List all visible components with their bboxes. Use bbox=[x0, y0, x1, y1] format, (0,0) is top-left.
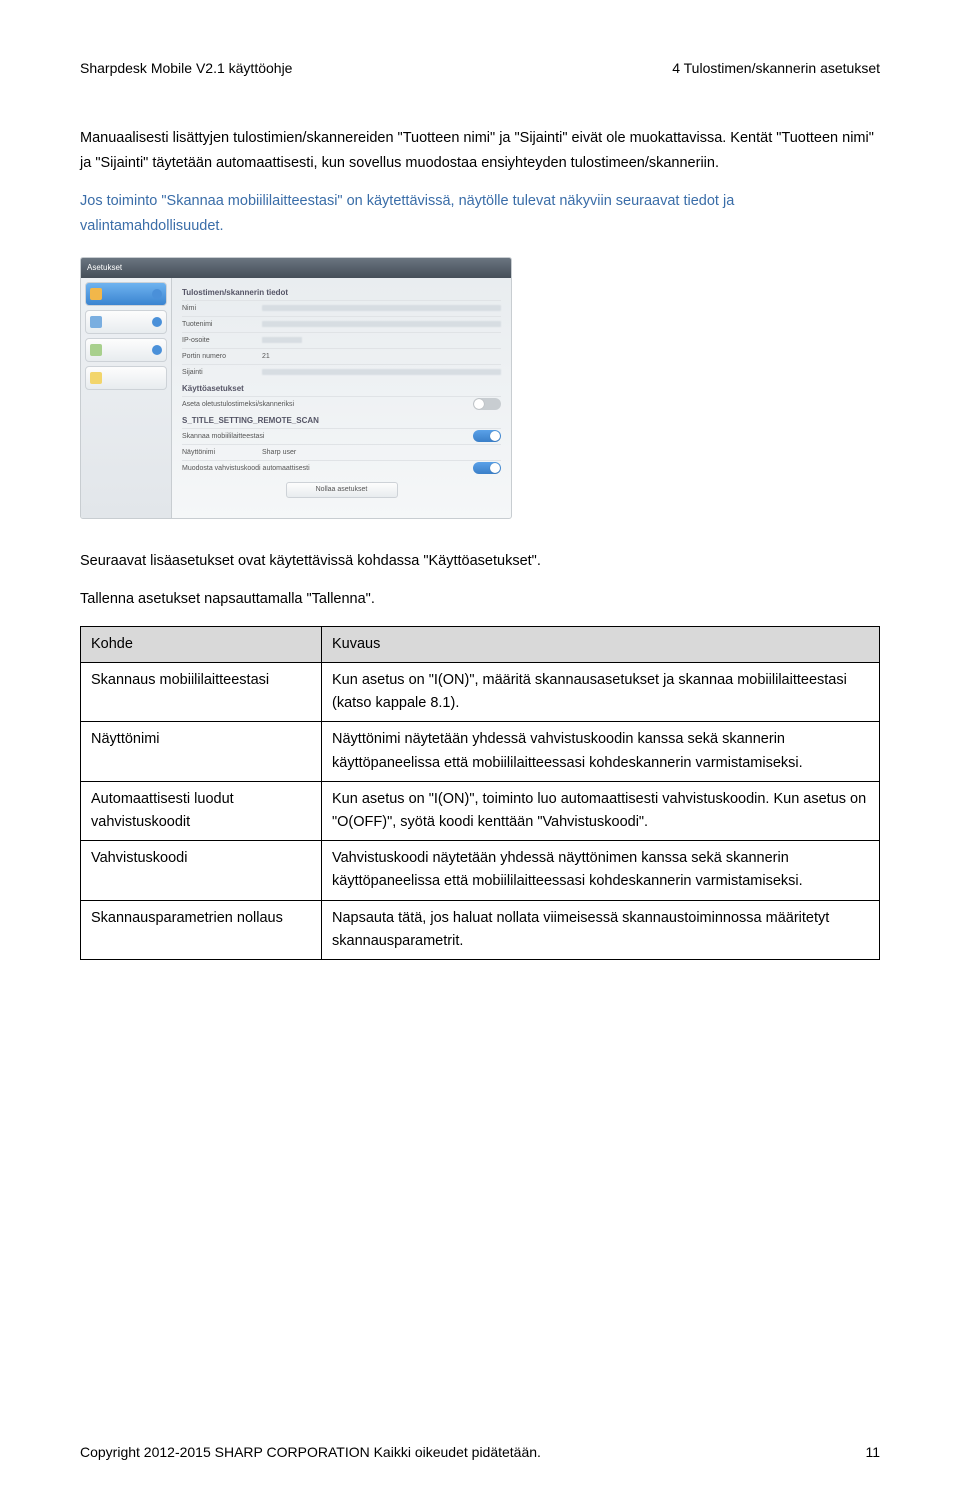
screenshot-title: Asetukset bbox=[87, 263, 122, 272]
table-row: Automaattisesti luodut vahvistuskoodit K… bbox=[81, 781, 880, 840]
settings-table: Kohde Kuvaus Skannaus mobiililaitteestas… bbox=[80, 626, 880, 960]
toggle-icon bbox=[473, 430, 501, 442]
table-header: Kuvaus bbox=[322, 626, 880, 662]
table-row: Näyttönimi Näyttönimi näytetään yhdessä … bbox=[81, 722, 880, 781]
row-value: Sharp user bbox=[262, 449, 296, 456]
row-label: IP-osoite bbox=[182, 337, 262, 344]
screenshot-titlebar: Asetukset bbox=[81, 258, 511, 278]
table-cell: Näyttönimi bbox=[81, 722, 322, 781]
toggle-icon bbox=[473, 398, 501, 410]
table-row: Skannausparametrien nollaus Napsauta tät… bbox=[81, 900, 880, 959]
sidebar-item bbox=[85, 282, 167, 306]
table-cell: Vahvistuskoodi bbox=[81, 841, 322, 900]
section-head: Tulostimen/skannerin tiedot bbox=[182, 288, 501, 297]
page-footer: Copyright 2012-2015 SHARP CORPORATION Ka… bbox=[80, 1444, 880, 1460]
row-label: Aseta oletustulostimeksi/skanneriksi bbox=[182, 401, 473, 408]
reset-button: Nollaa asetukset bbox=[286, 482, 398, 498]
row-label: Muodosta vahvistuskoodi automaattisesti bbox=[182, 465, 473, 472]
footer-page-number: 11 bbox=[865, 1444, 880, 1460]
table-cell: Kun asetus on "I(ON)", määritä skannausa… bbox=[322, 663, 880, 722]
table-header: Kohde bbox=[81, 626, 322, 662]
toggle-icon bbox=[473, 462, 501, 474]
paragraph-2: Jos toiminto "Skannaa mobiililaitteestas… bbox=[80, 189, 880, 238]
footer-copyright: Copyright 2012-2015 SHARP CORPORATION Ka… bbox=[80, 1444, 541, 1460]
paragraph-1: Manuaalisesti lisättyjen tulostimien/ska… bbox=[80, 126, 880, 175]
table-row: Skannaus mobiililaitteestasi Kun asetus … bbox=[81, 663, 880, 722]
section-head: Käyttöasetukset bbox=[182, 384, 501, 393]
row-value: 21 bbox=[262, 353, 270, 360]
row-label: Sijainti bbox=[182, 369, 262, 376]
table-row: Vahvistuskoodi Vahvistuskoodi näytetään … bbox=[81, 841, 880, 900]
row-label: Tuotenimi bbox=[182, 321, 262, 328]
row-label: Näyttönimi bbox=[182, 449, 262, 456]
table-cell: Skannaus mobiililaitteestasi bbox=[81, 663, 322, 722]
table-cell: Vahvistuskoodi näytetään yhdessä näyttön… bbox=[322, 841, 880, 900]
row-label: Nimi bbox=[182, 305, 262, 312]
sidebar-item bbox=[85, 310, 167, 334]
table-cell: Automaattisesti luodut vahvistuskoodit bbox=[81, 781, 322, 840]
row-label: Skannaa mobiililaitteestasi bbox=[182, 433, 473, 440]
screenshot-sidebar bbox=[81, 278, 172, 518]
header-right: 4 Tulostimen/skannerin asetukset bbox=[672, 60, 880, 76]
sidebar-item bbox=[85, 338, 167, 362]
settings-screenshot: Asetukset Tulostimen/skannerin tiedot Ni… bbox=[80, 257, 512, 519]
page-header: Sharpdesk Mobile V2.1 käyttöohje 4 Tulos… bbox=[80, 60, 880, 76]
table-cell: Napsauta tätä, jos haluat nollata viimei… bbox=[322, 900, 880, 959]
table-cell: Näyttönimi näytetään yhdessä vahvistusko… bbox=[322, 722, 880, 781]
table-header-row: Kohde Kuvaus bbox=[81, 626, 880, 662]
row-label: Portin numero bbox=[182, 353, 262, 360]
section-head: S_TITLE_SETTING_REMOTE_SCAN bbox=[182, 416, 501, 425]
screenshot-main: Tulostimen/skannerin tiedot Nimi Tuoteni… bbox=[172, 278, 511, 518]
header-left: Sharpdesk Mobile V2.1 käyttöohje bbox=[80, 60, 292, 76]
table-cell: Kun asetus on "I(ON)", toiminto luo auto… bbox=[322, 781, 880, 840]
sidebar-item bbox=[85, 366, 167, 390]
table-cell: Skannausparametrien nollaus bbox=[81, 900, 322, 959]
paragraph-3: Seuraavat lisäasetukset ovat käytettävis… bbox=[80, 549, 880, 574]
paragraph-4: Tallenna asetukset napsauttamalla "Talle… bbox=[80, 587, 880, 612]
